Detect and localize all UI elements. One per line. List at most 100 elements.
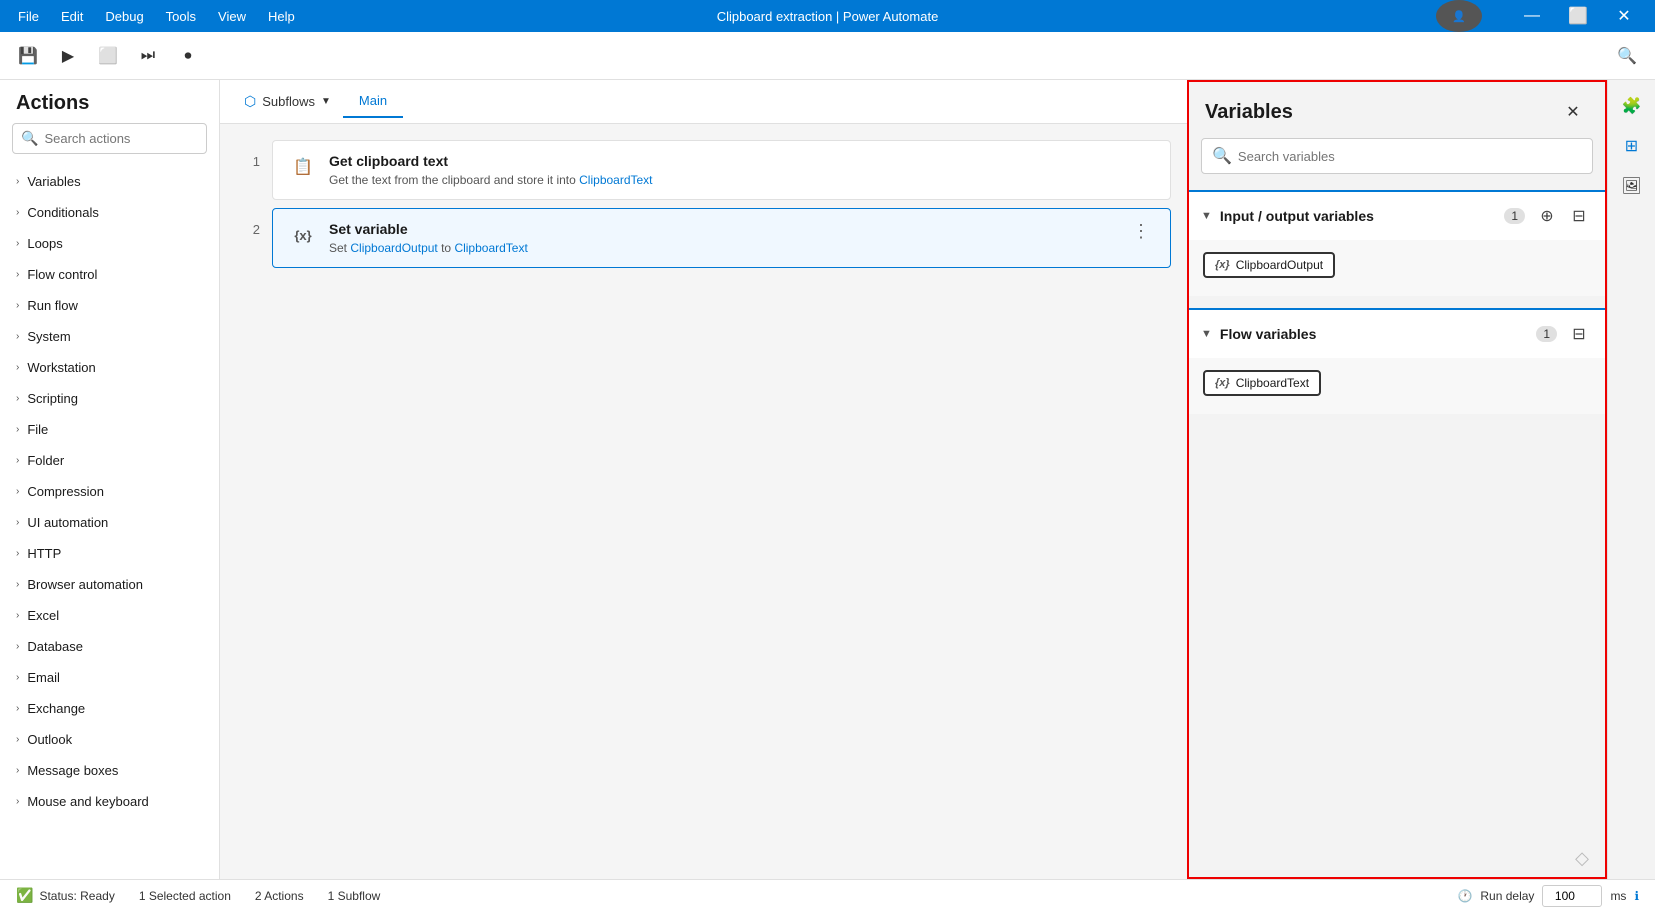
subflows-button[interactable]: ⬡ Subflows ▼: [232, 85, 343, 118]
run-button[interactable]: ▶: [52, 40, 84, 72]
toolbar-search-button[interactable]: 🔍: [1611, 40, 1643, 72]
actions-list-item-loops[interactable]: ›Loops: [0, 228, 219, 259]
status-bar-right: 🕐 Run delay ms ℹ: [1457, 885, 1639, 907]
step-card-1[interactable]: 📋 Get clipboard text Get the text from t…: [272, 140, 1171, 200]
tab-main[interactable]: Main: [343, 85, 403, 118]
variables-close-button[interactable]: ✕: [1557, 96, 1589, 128]
flow-step-2: 2 {x} Set variable Set ClipboardOutput t…: [236, 208, 1171, 268]
actions-list-item-ui-automation[interactable]: ›UI automation: [0, 507, 219, 538]
flow-variables-title: Flow variables: [1220, 326, 1528, 342]
filter-input-output-button[interactable]: ⊟: [1565, 202, 1593, 230]
chevron-icon: ›: [16, 269, 19, 280]
image-button[interactable]: 🖼: [1614, 168, 1650, 204]
minimize-button[interactable]: —: [1509, 0, 1555, 32]
actions-list-item-outlook[interactable]: ›Outlook: [0, 724, 219, 755]
actions-list-item-mouse-and-keyboard[interactable]: ›Mouse and keyboard: [0, 786, 219, 817]
menu-debug[interactable]: Debug: [95, 5, 153, 28]
menu-file[interactable]: File: [8, 5, 49, 28]
chevron-icon: ›: [16, 331, 19, 342]
actions-list-item-scripting[interactable]: ›Scripting: [0, 383, 219, 414]
chevron-icon: ›: [16, 610, 19, 621]
actions-list-item-browser-automation[interactable]: ›Browser automation: [0, 569, 219, 600]
step-card-2[interactable]: {x} Set variable Set ClipboardOutput to …: [272, 208, 1171, 268]
actions-list-item-email[interactable]: ›Email: [0, 662, 219, 693]
flow-tabs: ⬡ Subflows ▼ Main: [220, 80, 1187, 124]
run-delay-unit: ms: [1610, 889, 1626, 903]
add-variable-button[interactable]: ⊕: [1533, 202, 1561, 230]
variables-search-input[interactable]: [1238, 149, 1582, 164]
actions-list-item-file[interactable]: ›File: [0, 414, 219, 445]
step-var2-2: ClipboardText: [454, 241, 527, 255]
actions-list-item-message-boxes[interactable]: ›Message boxes: [0, 755, 219, 786]
flow-canvas: ⬡ Subflows ▼ Main 1 📋 Get clipboard text…: [220, 80, 1187, 879]
menu-edit[interactable]: Edit: [51, 5, 93, 28]
actions-list-item-excel[interactable]: ›Excel: [0, 600, 219, 631]
variables-panel: Variables ✕ 🔍 ▼ Input / output variables…: [1187, 80, 1607, 879]
extensions-button[interactable]: 🧩: [1614, 88, 1650, 124]
chevron-icon: ›: [16, 579, 19, 590]
close-button[interactable]: ✕: [1601, 0, 1647, 32]
step-number-2: 2: [236, 208, 260, 237]
clipboard-output-label: ClipboardOutput: [1236, 258, 1323, 272]
input-output-chevron-icon: ▼: [1201, 210, 1212, 222]
actions-list-item-database[interactable]: ›Database: [0, 631, 219, 662]
actions-panel: Actions 🔍 ›Variables›Conditionals›Loops›…: [0, 80, 220, 879]
run-delay-input[interactable]: [1542, 885, 1602, 907]
clipboard-output-var[interactable]: {x} ClipboardOutput: [1203, 252, 1335, 278]
stop-button[interactable]: ⬜: [92, 40, 124, 72]
actions-search-input[interactable]: [44, 131, 220, 146]
save-button[interactable]: 💾: [12, 40, 44, 72]
user-icon[interactable]: 👤: [1409, 0, 1509, 32]
layers-button[interactable]: ⊞: [1614, 128, 1650, 164]
actions-list-item-conditionals[interactable]: ›Conditionals: [0, 197, 219, 228]
actions-list-item-http[interactable]: ›HTTP: [0, 538, 219, 569]
variables-search-icon: 🔍: [1212, 146, 1232, 166]
var-icon-output: {x}: [1215, 259, 1230, 271]
actions-list-item-compression[interactable]: ›Compression: [0, 476, 219, 507]
input-output-count: 1: [1504, 208, 1525, 224]
chevron-icon: ›: [16, 548, 19, 559]
step-more-button[interactable]: ⋮: [1128, 221, 1154, 242]
actions-list: ›Variables›Conditionals›Loops›Flow contr…: [0, 166, 219, 879]
chevron-icon: ›: [16, 672, 19, 683]
actions-list-item-workstation[interactable]: ›Workstation: [0, 352, 219, 383]
flow-variables-content: {x} ClipboardText: [1189, 358, 1605, 414]
input-output-title: Input / output variables: [1220, 208, 1496, 224]
status-ready: ✅ Status: Ready: [16, 887, 115, 904]
clipboard-text-label: ClipboardText: [1236, 376, 1309, 390]
chevron-icon: ›: [16, 486, 19, 497]
input-output-section-header[interactable]: ▼ Input / output variables 1 ⊕ ⊟: [1189, 192, 1605, 240]
chevron-icon: ›: [16, 641, 19, 652]
actions-list-item-system[interactable]: ›System: [0, 321, 219, 352]
next-button[interactable]: ⏭: [132, 40, 164, 72]
info-icon[interactable]: ℹ: [1634, 889, 1639, 903]
variables-title: Variables: [1205, 101, 1293, 124]
actions-list-item-variables[interactable]: ›Variables: [0, 166, 219, 197]
actions-list-item-folder[interactable]: ›Folder: [0, 445, 219, 476]
menu-view[interactable]: View: [208, 5, 256, 28]
actions-list-item-exchange[interactable]: ›Exchange: [0, 693, 219, 724]
actions-list-item-run-flow[interactable]: ›Run flow: [0, 290, 219, 321]
ready-icon: ✅: [16, 887, 33, 904]
step-desc-1: Get the text from the clipboard and stor…: [329, 173, 1154, 187]
clipboard-text-var[interactable]: {x} ClipboardText: [1203, 370, 1321, 396]
step-var2-1: ClipboardOutput: [350, 241, 437, 255]
variables-header: Variables ✕: [1189, 82, 1605, 138]
actions-list-item-flow-control[interactable]: ›Flow control: [0, 259, 219, 290]
flow-variables-section-header[interactable]: ▼ Flow variables 1 ⊟: [1189, 310, 1605, 358]
restore-button[interactable]: ⬜: [1555, 0, 1601, 32]
menu-tools[interactable]: Tools: [156, 5, 206, 28]
filter-flow-vars-button[interactable]: ⊟: [1565, 320, 1593, 348]
run-delay-label: Run delay: [1480, 889, 1534, 903]
menu-help[interactable]: Help: [258, 5, 305, 28]
chevron-icon: ›: [16, 176, 19, 187]
chevron-icon: ›: [16, 765, 19, 776]
actions-title: Actions: [0, 80, 219, 123]
actions-search-box[interactable]: 🔍: [12, 123, 207, 154]
record-button[interactable]: ⏺: [172, 40, 204, 72]
step-info-1: Get clipboard text Get the text from the…: [329, 153, 1154, 187]
variables-search-box[interactable]: 🔍: [1201, 138, 1593, 174]
input-output-section: ▼ Input / output variables 1 ⊕ ⊟ {x} Cli…: [1189, 190, 1605, 296]
chevron-icon: ›: [16, 238, 19, 249]
input-output-actions: ⊕ ⊟: [1533, 202, 1593, 230]
